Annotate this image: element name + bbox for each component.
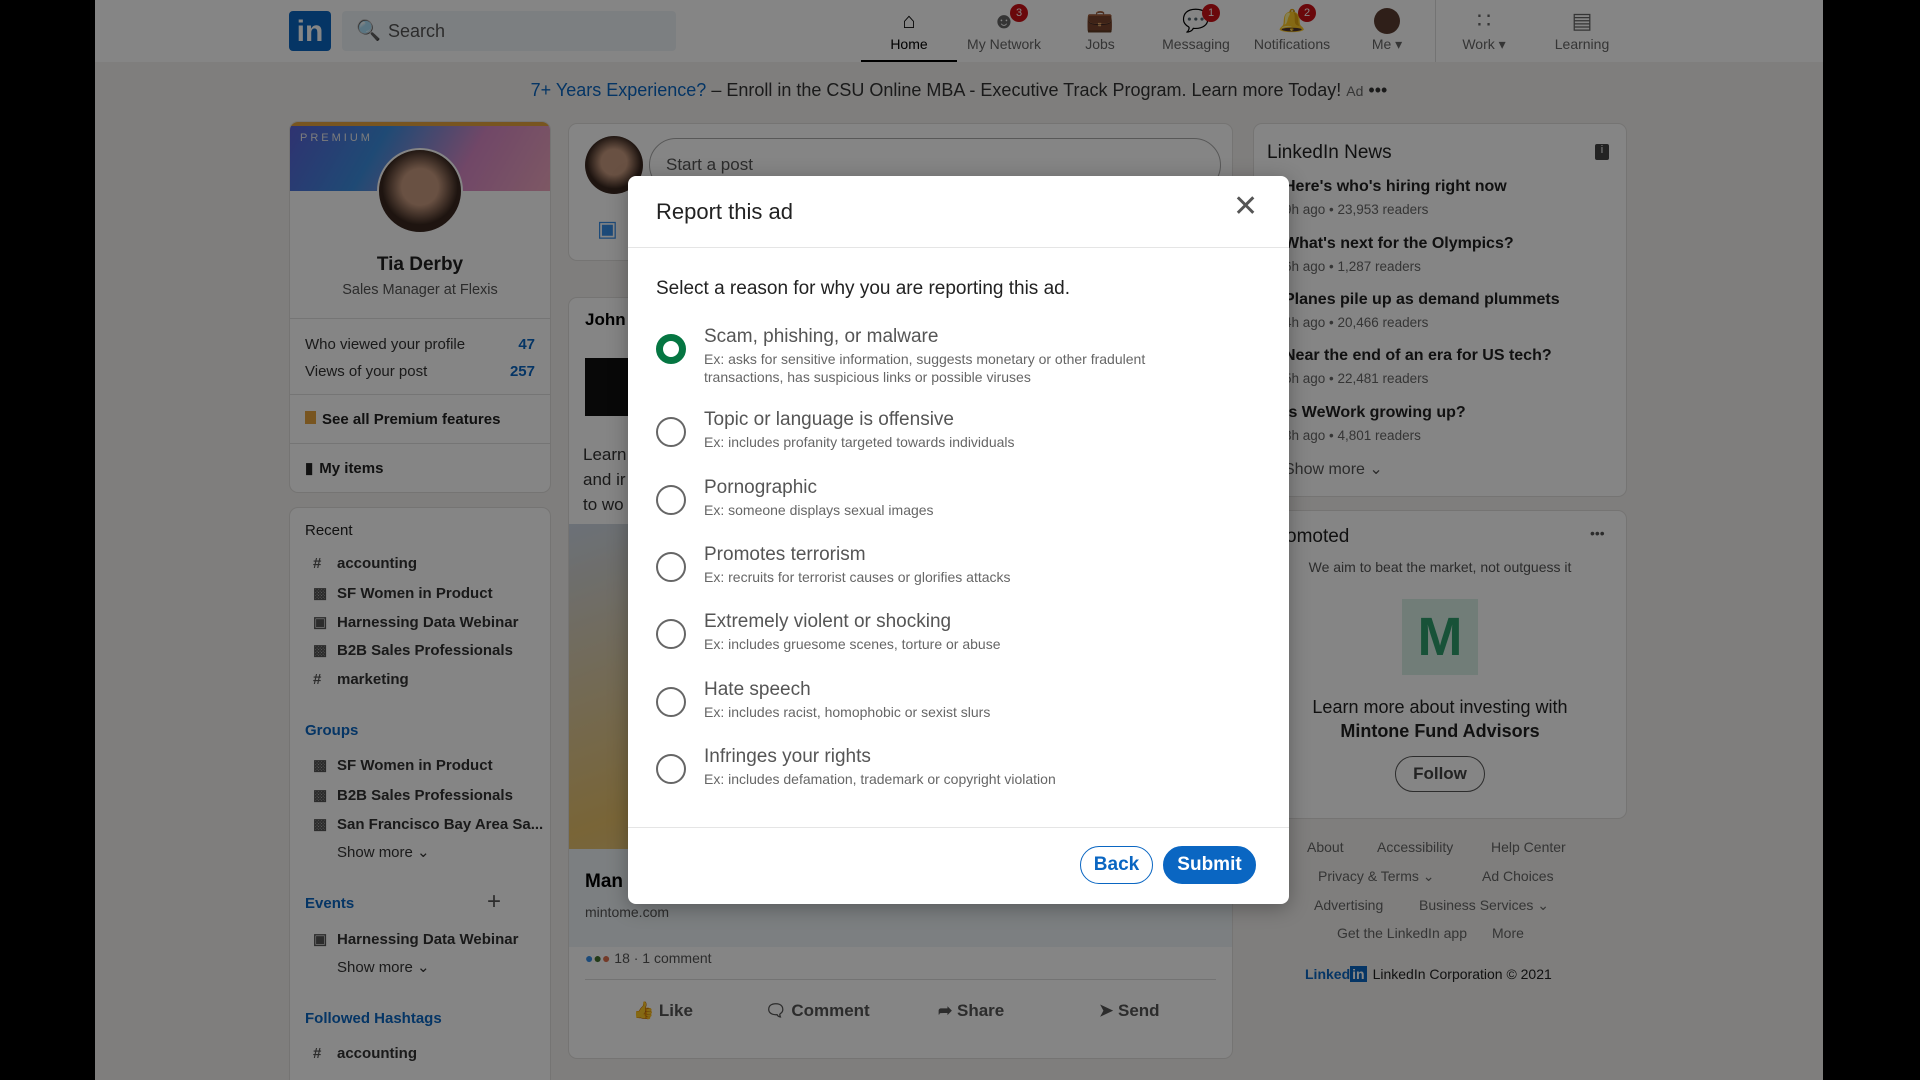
reason-option[interactable]: Pornographic Ex: someone displays sexual …: [656, 477, 1256, 545]
reason-option[interactable]: Scam, phishing, or malware Ex: asks for s…: [656, 326, 1256, 394]
reason-option[interactable]: Promotes terrorism Ex: recruits for terro…: [656, 544, 1256, 612]
back-button[interactable]: Back: [1080, 846, 1153, 884]
divider: [628, 247, 1289, 248]
dialog-prompt: Select a reason for why you are reportin…: [656, 278, 1071, 299]
report-ad-dialog: Report this ad ✕ Select a reason for why…: [628, 176, 1289, 904]
option-label: Hate speech: [704, 679, 811, 700]
reason-option[interactable]: Topic or language is offensive Ex: includ…: [656, 409, 1256, 477]
divider: [628, 827, 1289, 828]
option-description: Ex: recruits for terrorist causes or glo…: [704, 569, 1011, 585]
submit-button[interactable]: Submit: [1163, 846, 1256, 884]
reason-option[interactable]: Hate speech Ex: includes racist, homophob…: [656, 679, 1256, 747]
option-description: Ex: includes profanity targeted towards …: [704, 434, 1015, 450]
option-description: Ex: asks for sensitive information, sugg…: [704, 351, 1146, 385]
option-label: Promotes terrorism: [704, 544, 866, 565]
option-description: Ex: someone displays sexual images: [704, 502, 934, 518]
radio-button[interactable]: [656, 754, 686, 784]
reason-option[interactable]: Infringes your rights Ex: includes defama…: [656, 746, 1256, 814]
option-label: Extremely violent or shocking: [704, 611, 952, 632]
option-description: Ex: includes defamation, trademark or co…: [704, 771, 1056, 787]
radio-button[interactable]: [656, 619, 686, 649]
option-label: Topic or language is offensive: [704, 409, 954, 430]
close-icon[interactable]: ✕: [1233, 192, 1258, 222]
option-label: Infringes your rights: [704, 746, 871, 767]
option-description: Ex: includes gruesome scenes, torture or…: [704, 636, 1001, 652]
option-label: Scam, phishing, or malware: [704, 326, 939, 347]
radio-button[interactable]: [656, 334, 686, 364]
reason-option[interactable]: Extremely violent or shocking Ex: include…: [656, 611, 1256, 679]
dialog-title: Report this ad: [656, 199, 793, 224]
radio-button[interactable]: [656, 485, 686, 515]
option-description: Ex: includes racist, homophobic or sexis…: [704, 704, 991, 720]
option-label: Pornographic: [704, 477, 818, 498]
radio-button[interactable]: [656, 552, 686, 582]
radio-button[interactable]: [656, 417, 686, 447]
radio-button[interactable]: [656, 687, 686, 717]
